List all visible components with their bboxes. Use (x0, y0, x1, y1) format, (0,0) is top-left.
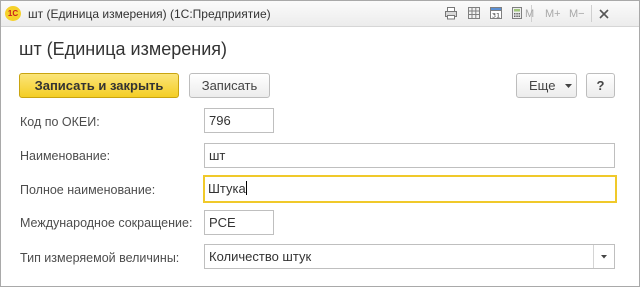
okei-code-label: Код по ОКЕИ: (20, 115, 100, 129)
text-caret (245, 181, 247, 195)
toolbar-separator (591, 5, 592, 22)
chevron-down-icon (565, 84, 572, 88)
grid-icon[interactable] (467, 6, 481, 20)
app-logo-icon: 1С (5, 6, 21, 21)
full-name-field[interactable]: Штука (203, 175, 617, 203)
intl-abbr-field[interactable]: PCE (204, 210, 274, 235)
save-button[interactable]: Записать (189, 73, 270, 98)
help-button[interactable]: ? (586, 73, 615, 98)
quantity-type-label: Тип измеряемой величины: (20, 251, 180, 265)
calendar-day-text: 31 (492, 12, 500, 20)
memory-minus-button[interactable]: M− (569, 8, 585, 20)
name-field[interactable]: шт (204, 143, 615, 168)
window-title: шт (Единица измерения) (1С:Предприятие) (28, 7, 271, 21)
chevron-down-icon (601, 255, 607, 259)
title-bar: 1С шт (Единица измерения) (1С:Предприяти… (1, 1, 639, 27)
more-button[interactable]: Еще (516, 73, 577, 98)
quantity-type-value: Количество штук (209, 249, 312, 264)
quantity-type-select[interactable]: Количество штук (204, 244, 615, 269)
okei-code-field[interactable]: 796 (204, 108, 274, 133)
full-name-label: Полное наименование: (20, 183, 156, 197)
form-caption: шт (Единица измерения) (19, 39, 228, 59)
memory-plus-button[interactable]: M+ (545, 8, 561, 20)
calculator-icon[interactable] (510, 6, 524, 20)
close-icon[interactable] (598, 7, 610, 19)
calendar-icon[interactable]: 31 (489, 6, 503, 20)
intl-abbr-label: Международное сокращение: (20, 216, 193, 230)
more-button-label: Еще (529, 78, 556, 93)
form-window: 1С шт (Единица измерения) (1С:Предприяти… (0, 0, 640, 287)
print-icon[interactable] (444, 6, 458, 20)
name-label: Наименование: (20, 149, 111, 163)
full-name-value: Штука (208, 181, 246, 196)
dropdown-button[interactable] (593, 245, 614, 268)
save-and-close-button[interactable]: Записать и закрыть (19, 73, 179, 98)
memory-button[interactable]: M (525, 8, 534, 20)
